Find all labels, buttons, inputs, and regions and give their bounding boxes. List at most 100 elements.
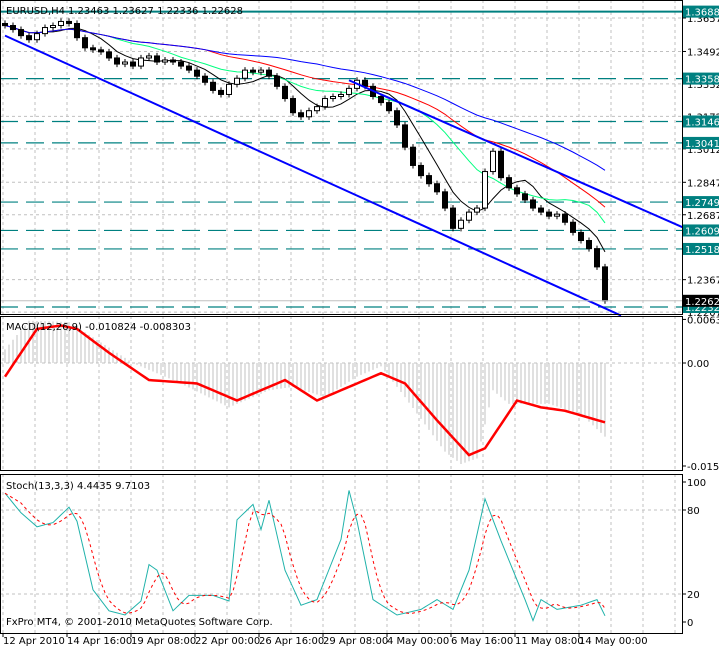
macd-tick-label: -0.0151 (687, 462, 719, 473)
time-tick-label: 12 Apr 2010 (3, 636, 65, 646)
bear-candle-body (506, 177, 512, 189)
bull-candle-body (474, 207, 480, 213)
bull-candle-body (138, 57, 144, 67)
bull-candle-body (482, 171, 488, 209)
bear-candle-body (170, 59, 176, 63)
bear-candle-body (202, 75, 208, 83)
time-tick-label: 19 Apr 08:00 (131, 636, 196, 646)
bull-candle-body (258, 69, 264, 73)
bear-candle-body (442, 191, 448, 209)
level-price-label: 1.36885 (685, 8, 719, 19)
bear-candle-body (114, 57, 120, 65)
chart-title: EURUSD,H4 (6, 6, 65, 17)
bear-candle-body (26, 35, 32, 41)
stoch-tick-label: 80 (687, 506, 700, 517)
stoch-tick-label: 20 (687, 590, 700, 601)
bear-candle-body (386, 102, 392, 112)
candle (474, 205, 480, 216)
bull-candle-body (490, 150, 496, 173)
bear-candle-body (98, 49, 104, 53)
price-tick-label: 1.34920 (687, 47, 719, 58)
bear-candle-body (178, 61, 184, 67)
bear-candle-body (602, 266, 608, 302)
candle (42, 24, 48, 37)
bear-candle-body (290, 98, 296, 114)
time-tick-label: 14 Apr 16:00 (67, 636, 132, 646)
candle (442, 188, 448, 212)
level-price-label: 1.33583 (685, 75, 719, 86)
bull-candle-body (50, 25, 56, 29)
candle (530, 196, 536, 212)
current-price-label: 1.22628 (685, 297, 719, 308)
bear-candle-body (410, 146, 416, 166)
bear-candle-body (546, 211, 552, 217)
candle (290, 95, 296, 116)
bear-candle-body (186, 65, 192, 71)
bear-candle-body (450, 207, 456, 229)
bull-candle-body (322, 98, 328, 108)
bull-candle-body (122, 61, 128, 65)
candle (450, 205, 456, 232)
time-tick-label: 29 Apr 08:00 (323, 636, 388, 646)
bull-candle-body (458, 219, 464, 229)
bear-candle-body (522, 193, 528, 201)
bear-candle-body (418, 164, 424, 177)
candle (466, 209, 472, 224)
bear-candle-body (530, 199, 536, 209)
level-price-label: 1.25184 (685, 245, 719, 256)
price-panel[interactable] (0, 10, 686, 317)
candle (482, 168, 488, 212)
candle (50, 22, 56, 31)
candle (26, 32, 32, 43)
bull-candle-body (466, 211, 472, 221)
bear-candle-body (578, 231, 584, 242)
bear-candle-body (362, 79, 368, 87)
bull-candle-body (162, 59, 168, 63)
candle (346, 85, 352, 98)
candle (10, 22, 16, 33)
copyright-text: FxPro MT4, © 2001-2010 MetaQuotes Softwa… (6, 617, 273, 628)
time-tick-label: 6 May 16:00 (451, 636, 513, 646)
bear-candle-body (586, 240, 592, 250)
candle (386, 99, 392, 114)
bull-candle-body (58, 20, 64, 27)
candle (218, 87, 224, 98)
bull-candle-body (554, 213, 560, 217)
candle (306, 107, 312, 120)
candle (138, 54, 144, 70)
bear-candle-body (426, 175, 432, 185)
stoch-tick-label: 0 (687, 618, 693, 629)
candle (298, 109, 304, 120)
bull-candle-body (34, 33, 40, 41)
bear-candle-body (282, 85, 288, 100)
bear-candle-body (250, 69, 256, 73)
bear-candle-body (434, 183, 440, 193)
bear-candle-body (562, 213, 568, 223)
candle (58, 18, 64, 29)
bear-candle-body (66, 20, 72, 24)
time-tick-label: 11 May 08:00 (515, 636, 584, 646)
candle (394, 107, 400, 128)
bear-candle-body (106, 51, 112, 59)
chart-window[interactable]: 1.365701.349201.333201.317201.301201.284… (0, 0, 719, 646)
time-tick-label: 22 Apr 00:00 (195, 636, 260, 646)
main-border (0, 0, 683, 315)
level-price-label: 1.31469 (685, 117, 719, 128)
candle (154, 52, 160, 66)
level-price-label: 1.30412 (685, 139, 719, 150)
candle (402, 121, 408, 151)
bear-candle-body (154, 55, 160, 63)
price-tick-label: 1.26870 (687, 211, 719, 222)
time-tick-label: 14 May 00:00 (579, 636, 648, 646)
candle (18, 26, 24, 39)
candle (266, 67, 272, 80)
bear-candle-body (218, 89, 224, 95)
candle (554, 211, 560, 220)
bear-candle-body (514, 187, 520, 195)
bear-candle-body (394, 110, 400, 126)
candle (74, 20, 80, 41)
candle (234, 75, 240, 88)
bull-candle-body (306, 110, 312, 118)
candle (122, 58, 128, 68)
macd-label: MACD(12,26,9) -0.010824 -0.008303 (6, 322, 191, 333)
